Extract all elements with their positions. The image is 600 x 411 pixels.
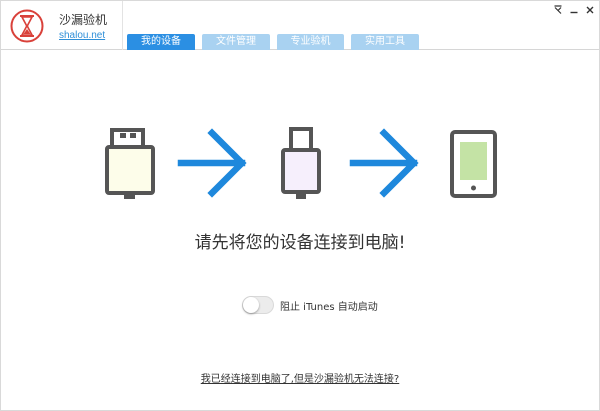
lightning-connector-icon (281, 127, 321, 199)
minimize-icon[interactable] (569, 4, 579, 16)
main-content: 请先将您的设备连接到电脑! 阻止 iTunes 自动启动 我已经连接到电脑了,但… (1, 51, 599, 410)
arrow-right-icon (349, 128, 419, 198)
itunes-autostart-toggle[interactable] (242, 296, 274, 314)
close-icon[interactable] (585, 4, 595, 16)
app-window: 沙漏验机 shalou.net 我的设备 文件管理 专业验机 实用工具 请先将您… (0, 0, 600, 411)
itunes-toggle-label: 阻止 iTunes 自动启动 (280, 302, 378, 313)
arrow-right-icon (177, 128, 247, 198)
tab-utilities[interactable]: 实用工具 (351, 34, 419, 50)
phone-icon (450, 130, 497, 198)
app-name: 沙漏验机 (59, 13, 108, 27)
tab-pro-inspection[interactable]: 专业验机 (277, 34, 344, 50)
tab-file-management[interactable]: 文件管理 (202, 34, 270, 50)
app-site-link[interactable]: shalou.net (59, 30, 105, 41)
title-bar: 沙漏验机 shalou.net 我的设备 文件管理 专业验机 实用工具 (1, 1, 599, 50)
cannot-connect-help-link[interactable]: 我已经连接到电脑了,但是沙漏验机无法连接? (1, 370, 599, 385)
tab-my-device[interactable]: 我的设备 (127, 34, 195, 50)
hourglass-logo-icon (10, 9, 44, 43)
connection-illustration (105, 127, 497, 199)
restore-icon[interactable] (553, 4, 563, 16)
brand-area: 沙漏验机 shalou.net (1, 1, 123, 50)
usb-cable-icon (105, 128, 155, 199)
connect-device-prompt: 请先将您的设备连接到电脑! (194, 233, 406, 253)
toggle-knob (243, 297, 259, 313)
